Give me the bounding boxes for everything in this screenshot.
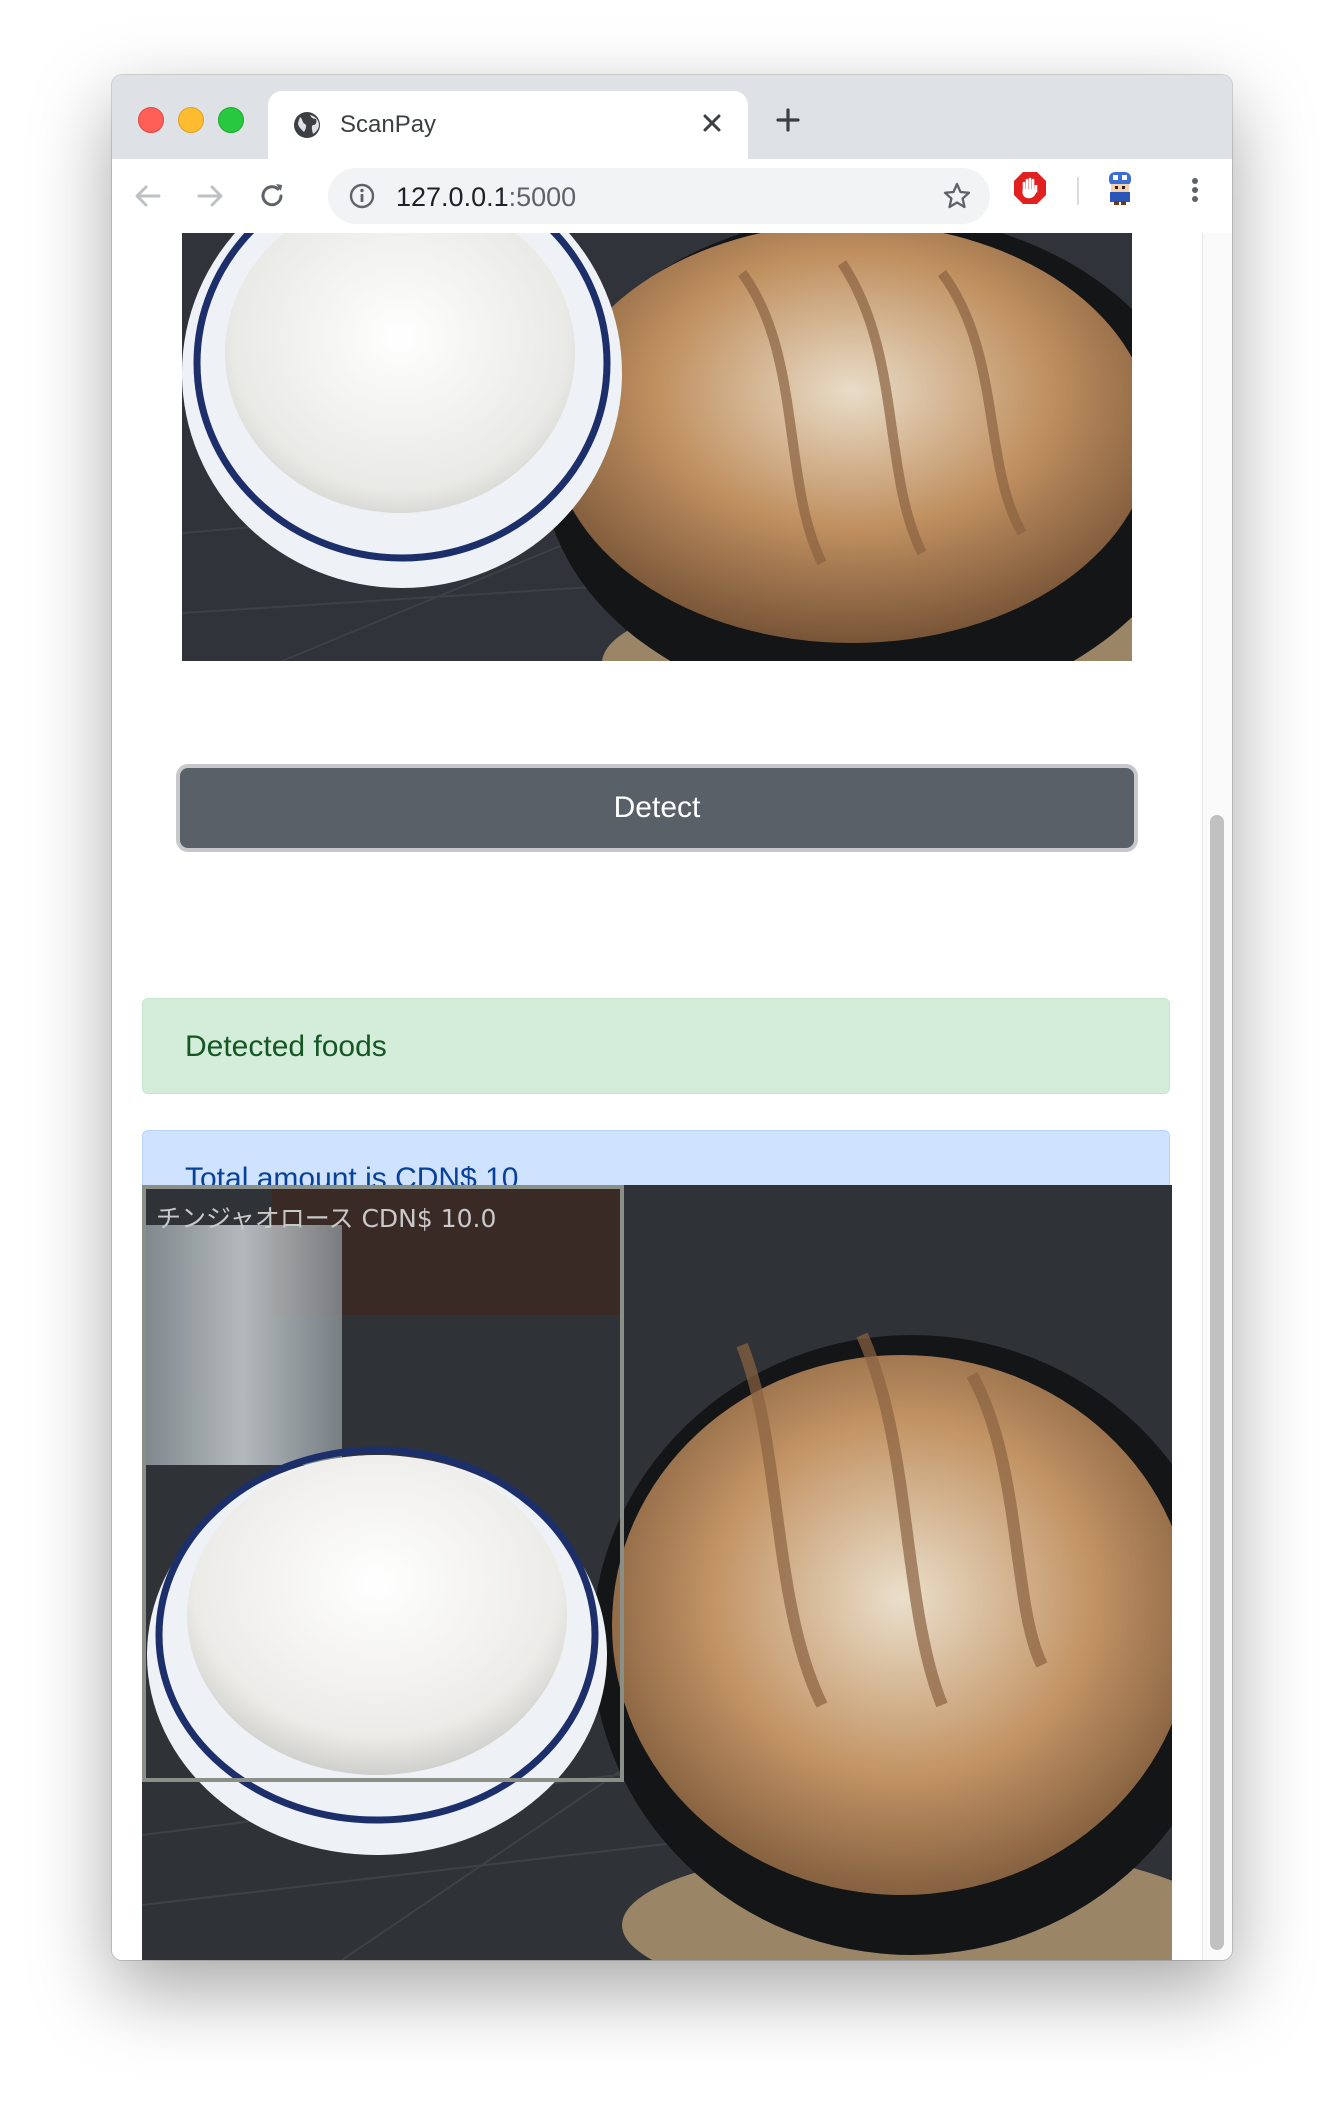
detection-result-photo: チンジャオロース CDN$ 10.0	[142, 1185, 1172, 1960]
browser-toolbar: 127.0.0.1:5000	[112, 159, 1232, 234]
close-icon[interactable]	[694, 105, 730, 141]
detected-foods-alert: Detected foods	[142, 998, 1170, 1094]
toolbar-separator	[1077, 177, 1079, 205]
plus-icon[interactable]	[770, 102, 806, 138]
tab-strip: ScanPay	[112, 75, 1232, 159]
detection-bounding-box: チンジャオロース CDN$ 10.0	[142, 1185, 624, 1782]
info-icon[interactable]	[348, 182, 376, 210]
globe-icon	[294, 112, 320, 138]
back-icon[interactable]	[130, 178, 166, 214]
browser-tab[interactable]: ScanPay	[268, 91, 748, 159]
forward-icon[interactable]	[192, 178, 228, 214]
window-close-button[interactable]	[138, 107, 164, 133]
profile-avatar-icon[interactable]	[1102, 170, 1138, 206]
page-content: Detect Detected foods Total amount is CD…	[112, 233, 1202, 1960]
detect-button[interactable]: Detect	[180, 768, 1134, 848]
address-bar[interactable]: 127.0.0.1:5000	[328, 168, 990, 224]
url-host: 127.0.0.1	[396, 182, 509, 212]
tab-title: ScanPay	[340, 111, 437, 138]
url-text: 127.0.0.1:5000	[396, 182, 576, 213]
stop-extension-icon[interactable]	[1012, 170, 1048, 206]
uploaded-food-photo	[182, 233, 1132, 661]
browser-window: ScanPay 127.0.0.1:5000 Detect Detected f…	[112, 75, 1232, 1960]
star-icon[interactable]	[942, 181, 972, 211]
url-port: :5000	[508, 182, 577, 212]
food-photo-image	[182, 233, 1132, 661]
window-maximize-button[interactable]	[218, 107, 244, 133]
reload-icon[interactable]	[254, 178, 290, 214]
kebab-menu-icon[interactable]	[1180, 172, 1210, 208]
scrollbar-thumb[interactable]	[1210, 815, 1224, 1950]
detection-label: チンジャオロース CDN$ 10.0	[156, 1204, 497, 1233]
window-minimize-button[interactable]	[178, 107, 204, 133]
